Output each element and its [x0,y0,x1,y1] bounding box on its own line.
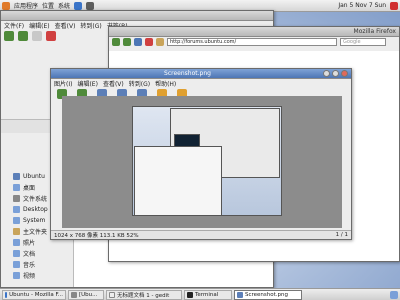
browser-titlebar[interactable]: Mozilla Firefox [109,27,399,37]
sidebar-item-label: 音乐 [23,262,36,269]
sidebar-item-label: 文件系统 [23,196,48,203]
image-statusbar: 1024 x 768 像素 113.1 KB 52% 1 / 1 [51,230,351,239]
home-icon[interactable] [156,38,164,46]
file-menu-view[interactable]: 查看(V) [55,21,76,30]
taskbar-item-label: Terminal [195,291,219,298]
url-bar[interactable]: http://forums.ubuntu.com/ [167,38,337,46]
power-icon[interactable] [390,1,398,10]
folder-icon [13,272,20,279]
folder-icon [71,291,77,298]
desktop-icon [13,184,20,191]
minimize-button[interactable] [323,70,331,77]
image-viewer-title: Screenshot.png [164,70,211,77]
workspace-switcher-icon[interactable] [390,290,398,299]
up-icon[interactable] [32,31,42,41]
home-icon [13,228,20,235]
search-box[interactable]: Google [340,38,386,46]
taskbar-item-label: Screenshot.png [245,291,288,298]
sidebar-item-label: 主文件夹 [23,229,48,236]
taskbar-item[interactable]: 无标题文档 1 - gedit [106,289,182,300]
folder-icon [13,217,20,224]
image-viewer-titlebar[interactable]: Screenshot.png [51,69,351,79]
terminal-launcher-icon[interactable] [86,1,95,10]
file-menu-go[interactable]: 转到(G) [80,21,101,30]
browser-title: Mozilla Firefox [353,28,396,35]
menu-system[interactable]: 系统 [58,1,70,10]
reload-icon[interactable] [134,38,142,46]
sidebar-item-label: 照片 [23,240,36,247]
sidebar-item-label: Ubuntu [23,173,45,180]
file-menu-edit[interactable]: 编辑(E) [29,21,49,30]
maximize-button[interactable] [332,70,340,77]
back-icon[interactable] [112,38,120,46]
ubuntu-logo-icon[interactable] [2,1,10,10]
image-menu-help[interactable]: 帮助(H) [155,79,176,88]
taskbar-item-label: 无标题文档 1 - gedit [117,292,170,299]
image-menu-view[interactable]: 查看(V) [103,79,124,88]
firefox-launcher-icon[interactable] [74,1,83,10]
forward-icon[interactable] [123,38,131,46]
stop-icon[interactable] [145,38,153,46]
sidebar-item-label: Desktop [23,206,48,213]
taskbar-item-label: Ubuntu - Mozilla F... [9,291,63,298]
stop-icon[interactable] [46,31,56,41]
image-menu-go[interactable]: 转到(G) [129,79,150,88]
computer-icon [13,173,20,180]
forward-icon[interactable] [18,31,28,41]
taskbar-item[interactable]: Screenshot.png [234,289,302,300]
drive-icon [13,195,20,202]
folder-icon [13,239,20,246]
taskbar-item[interactable]: [Ubu... [68,289,104,300]
file-menu-file[interactable]: 文件(F) [4,21,24,30]
menu-applications[interactable]: 应用程序 [14,1,38,10]
bottom-taskbar: Ubuntu - Mozilla F... [Ubu... 无标题文档 1 - … [0,288,400,300]
taskbar-item-label: [Ubu... [79,291,98,298]
sidebar-item[interactable]: 音乐 [13,259,71,270]
image-canvas[interactable] [62,96,342,228]
back-icon[interactable] [4,31,14,41]
browser-toolbar: http://forums.ubuntu.com/ Google [109,37,399,47]
firefox-icon [5,291,8,298]
image-icon [237,291,243,298]
close-button[interactable] [341,70,349,77]
folder-icon [13,261,20,268]
taskbar-item[interactable]: Terminal [184,289,232,300]
preview-editor [134,146,222,216]
image-menu-image[interactable]: 图片(I) [54,79,72,88]
terminal-icon [187,291,193,298]
folder-icon [13,250,20,257]
clock[interactable]: Jan 5 Nov 7 Sun [338,2,386,9]
folder-icon [13,206,20,213]
sidebar-item-label: 视频 [23,273,36,280]
sidebar-item[interactable]: 视频 [13,270,71,281]
image-status-info: 1024 x 768 像素 113.1 KB 52% [54,233,139,239]
gedit-icon [109,291,115,298]
sidebar-item[interactable]: 文档 [13,248,71,259]
image-menubar: 图片(I) 编辑(E) 查看(V) 转到(G) 帮助(H) [51,79,351,88]
image-menu-edit[interactable]: 编辑(E) [77,79,97,88]
url-text: http://forums.ubuntu.com/ [170,39,237,45]
taskbar-item[interactable]: Ubuntu - Mozilla F... [2,289,66,300]
sidebar-item-label: System [23,217,46,224]
file-window-titlebar[interactable] [1,11,273,21]
menu-places[interactable]: 位置 [42,1,54,10]
sidebar-item-label: 桌面 [23,185,36,192]
image-status-page: 1 / 1 [335,232,348,238]
search-placeholder: Google [343,39,361,45]
sidebar-item-label: 文档 [23,251,36,258]
